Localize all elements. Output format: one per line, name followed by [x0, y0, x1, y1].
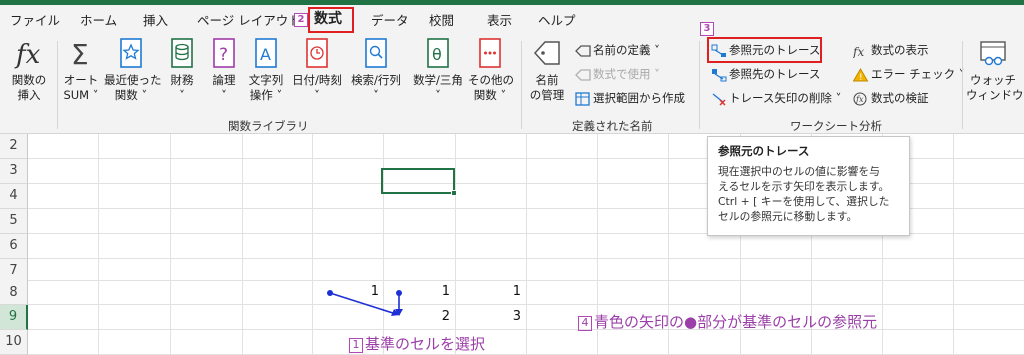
trace-arrow-from-left — [327, 290, 400, 316]
annotation-precedent-explanation: 4 青色の矢印の●部分が基準のセルの参照元 — [578, 311, 877, 332]
trace-precedents-tooltip: 参照元のトレース 現在選択中のセルの値に影響を与 えるセルを示す矢印を表示します… — [707, 136, 910, 236]
annotation-select-cell: 1 基準のセルを選択 — [349, 333, 485, 354]
tooltip-body: 現在選択中のセルの値に影響を与 えるセルを示す矢印を表示します。 Ctrl + … — [718, 165, 890, 223]
tooltip-title: 参照元のトレース — [718, 144, 810, 158]
